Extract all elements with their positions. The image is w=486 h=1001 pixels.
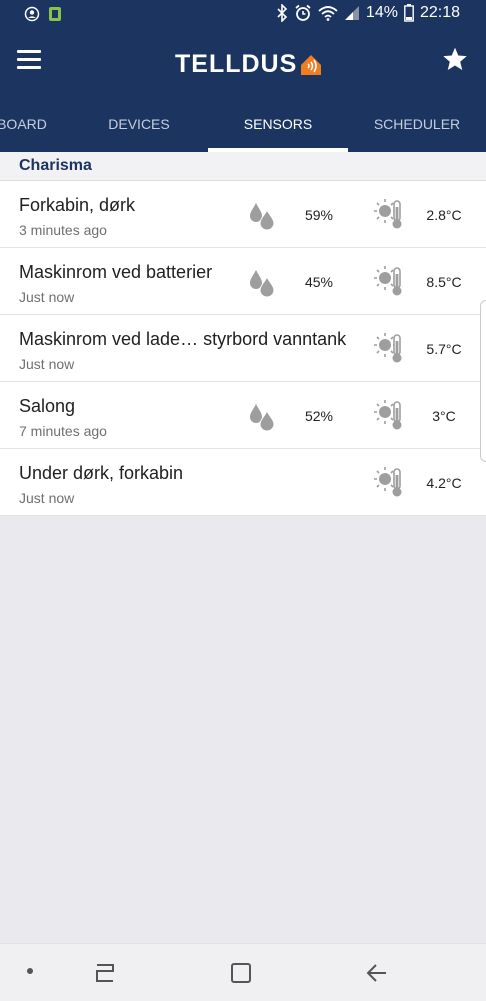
sensor-time: Just now <box>19 289 75 305</box>
sensor-name: Under dørk, forkabin <box>19 463 184 483</box>
account-icon <box>24 6 40 22</box>
notification-icon <box>49 7 61 21</box>
humidity-icon <box>250 404 275 432</box>
temperature-icon <box>374 333 402 363</box>
sensor-name: Forkabin, dørk <box>19 195 136 215</box>
battery-percent: 14% <box>365 4 398 21</box>
group-header: Charisma <box>0 152 486 181</box>
house-signal-icon <box>301 54 322 75</box>
sensor-time: 7 minutes ago <box>19 423 107 439</box>
temperature-value: 8.5°C <box>426 274 462 290</box>
status-bar: 14% 22:18 <box>0 0 486 28</box>
humidity-value: 45% <box>304 274 334 290</box>
tab-sensors[interactable]: SENSORS <box>208 100 348 152</box>
sensor-time: Just now <box>19 490 75 506</box>
temperature-value: 2.8°C <box>426 207 462 223</box>
dot-icon[interactable] <box>25 966 35 976</box>
sensor-row[interactable]: Under dørk, forkabin Just now 4.2°C <box>0 449 486 516</box>
sensor-row[interactable]: Maskinrom ved lade… styrbord vanntank Ju… <box>0 315 486 382</box>
bluetooth-icon <box>277 4 288 22</box>
humidity-icon <box>250 270 275 298</box>
sensor-name: Maskinrom ved lade… styrbord vanntank <box>19 329 347 349</box>
sensor-name: Maskinrom ved batterier <box>19 262 213 282</box>
humidity-value: 52% <box>304 408 334 424</box>
alarm-icon <box>295 4 311 21</box>
clock: 22:18 <box>419 4 460 21</box>
home-icon[interactable] <box>230 962 252 984</box>
sensor-row[interactable]: Maskinrom ved batterier Just now 45% 8.5… <box>0 248 486 315</box>
tab-bar: BOARD DEVICES SENSORS SCHEDULER <box>0 100 486 152</box>
temperature-icon <box>374 467 402 497</box>
sensor-time: Just now <box>19 356 75 372</box>
signal-icon <box>344 6 359 20</box>
recent-apps-icon[interactable] <box>93 962 117 984</box>
temperature-icon <box>374 400 402 430</box>
temperature-value: 3°C <box>432 408 456 424</box>
temperature-icon <box>374 266 402 296</box>
sensor-row[interactable]: Salong 7 minutes ago 52% 3°C <box>0 382 486 449</box>
wifi-icon <box>318 6 338 21</box>
logo-text: TELLDUS <box>175 50 298 78</box>
back-icon[interactable] <box>365 962 389 984</box>
star-icon[interactable] <box>442 46 468 72</box>
menu-icon[interactable] <box>17 50 41 70</box>
app-logo: TELLDUS <box>175 50 323 79</box>
sensor-row[interactable]: Forkabin, dørk 3 minutes ago 59% 2.8°C <box>0 181 486 248</box>
humidity-icon <box>250 203 275 231</box>
sensor-list: Charisma Forkabin, dørk 3 minutes ago 59… <box>0 152 486 516</box>
system-nav-bar <box>0 943 486 1001</box>
app-bar: TELLDUS <box>0 28 486 100</box>
edge-panel-handle[interactable] <box>480 300 486 462</box>
tab-dashboard[interactable]: BOARD <box>0 100 70 152</box>
sensor-name: Salong <box>19 396 76 416</box>
temperature-value: 4.2°C <box>426 475 462 491</box>
temperature-value: 5.7°C <box>426 341 462 357</box>
battery-icon <box>404 4 414 22</box>
tab-scheduler[interactable]: SCHEDULER <box>348 100 486 152</box>
sensor-time: 3 minutes ago <box>19 222 107 238</box>
humidity-value: 59% <box>304 207 334 223</box>
tab-devices[interactable]: DEVICES <box>70 100 208 152</box>
temperature-icon <box>374 199 402 229</box>
